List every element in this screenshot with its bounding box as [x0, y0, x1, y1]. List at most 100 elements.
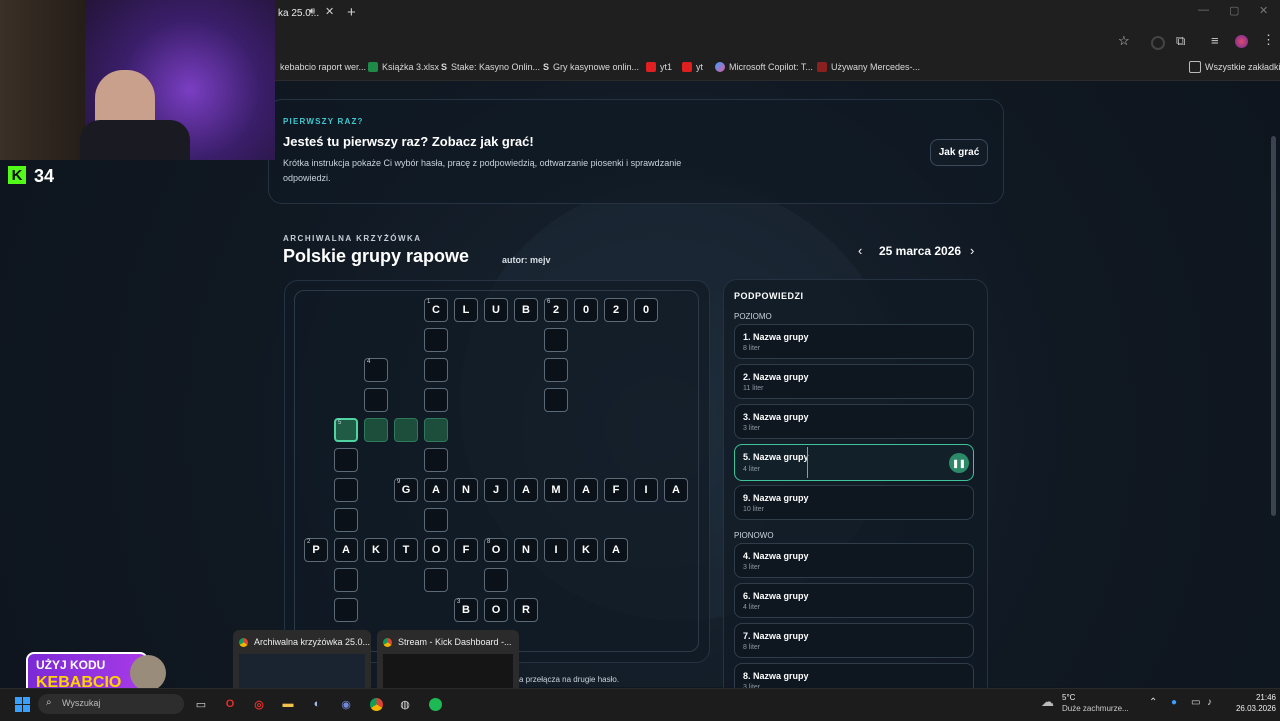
- pause-icon[interactable]: ❚❚: [949, 453, 969, 473]
- crossword-cell[interactable]: [424, 568, 448, 592]
- windows-start-icon[interactable]: [12, 694, 32, 714]
- crossword-cell[interactable]: B: [514, 298, 538, 322]
- clue-horizontal-2[interactable]: 2. Nazwa grupy 11 liter: [734, 364, 974, 399]
- crossword-cell[interactable]: A: [514, 478, 538, 502]
- crossword-cell[interactable]: R: [514, 598, 538, 622]
- star-icon[interactable]: ☆: [1118, 33, 1130, 49]
- crossword-cell[interactable]: I: [544, 538, 568, 562]
- crossword-cell[interactable]: [484, 568, 508, 592]
- clock-date[interactable]: 26.03.2026: [1226, 704, 1276, 713]
- clue-vertical-7[interactable]: 7. Nazwa grupy 8 liter: [734, 623, 974, 658]
- crossword-cell[interactable]: 9G: [394, 478, 418, 502]
- file-explorer-icon[interactable]: ▬: [278, 694, 298, 714]
- crossword-cell[interactable]: [334, 598, 358, 622]
- bookmark-item[interactable]: S Gry kasynowe onlin...: [543, 60, 639, 74]
- new-tab-icon[interactable]: +: [347, 4, 356, 21]
- crossword-cell[interactable]: [424, 448, 448, 472]
- crossword-cell[interactable]: A: [424, 478, 448, 502]
- scrollbar-thumb[interactable]: [1271, 136, 1276, 516]
- opera-icon[interactable]: O: [220, 694, 240, 714]
- crossword-cell[interactable]: [544, 328, 568, 352]
- crossword-cell[interactable]: [364, 388, 388, 412]
- close-tab-icon[interactable]: ✕: [325, 5, 334, 18]
- chrome-taskbar-icon[interactable]: [366, 694, 386, 714]
- crossword-cell[interactable]: A: [574, 478, 598, 502]
- crossword-cell[interactable]: 0: [634, 298, 658, 322]
- crossword-cell[interactable]: [424, 328, 448, 352]
- crossword-cell[interactable]: [334, 478, 358, 502]
- crossword-cell[interactable]: 2P: [304, 538, 328, 562]
- crossword-cell[interactable]: F: [604, 478, 628, 502]
- crossword-cell[interactable]: [334, 448, 358, 472]
- volume-icon[interactable]: ♪: [1207, 697, 1212, 708]
- crossword-cell[interactable]: [424, 508, 448, 532]
- tray-chevron-icon[interactable]: ⌃: [1149, 697, 1157, 708]
- clock-time[interactable]: 21:46: [1236, 693, 1276, 702]
- crossword-cell[interactable]: I: [634, 478, 658, 502]
- crossword-cell[interactable]: O: [484, 598, 508, 622]
- speaker-icon[interactable]: 🔊︎: [309, 6, 315, 17]
- crossword-cell[interactable]: T: [394, 538, 418, 562]
- task-preview-2[interactable]: Stream - Kick Dashboard -...: [377, 630, 519, 688]
- window-close-icon[interactable]: ✕: [1259, 4, 1268, 17]
- crossword-cell[interactable]: M: [544, 478, 568, 502]
- crossword-cell[interactable]: F: [454, 538, 478, 562]
- crossword-cell[interactable]: [334, 508, 358, 532]
- crossword-cell[interactable]: O: [424, 538, 448, 562]
- crossword-cell[interactable]: [424, 418, 448, 442]
- crossword-cell[interactable]: [544, 388, 568, 412]
- crossword-cell[interactable]: N: [454, 478, 478, 502]
- bookmark-item[interactable]: kebabcio raport wer...: [280, 60, 366, 74]
- crossword-cell[interactable]: 4: [364, 358, 388, 382]
- menu-kebab-icon[interactable]: ⋮: [1262, 32, 1275, 48]
- crossword-cell[interactable]: 3B: [454, 598, 478, 622]
- crossword-cell[interactable]: A: [664, 478, 688, 502]
- crossword-cell[interactable]: J: [484, 478, 508, 502]
- crossword-cell[interactable]: 62: [544, 298, 568, 322]
- crossword-cell[interactable]: A: [334, 538, 358, 562]
- crossword-cell[interactable]: [334, 568, 358, 592]
- opera-gx-icon[interactable]: ◎: [249, 694, 269, 714]
- profile-avatar[interactable]: [1235, 35, 1248, 48]
- next-date-icon[interactable]: ›: [970, 243, 974, 258]
- bookmark-item[interactable]: Używany Mercedes-...: [817, 60, 920, 74]
- obs-icon[interactable]: ◍: [395, 694, 415, 714]
- extension-icon[interactable]: [1151, 36, 1165, 50]
- crossword-cell[interactable]: U: [484, 298, 508, 322]
- task-preview-1[interactable]: Archiwalna krzyżówka 25.0...: [233, 630, 371, 688]
- crossword-cell[interactable]: 8O: [484, 538, 508, 562]
- crossword-cell[interactable]: A: [604, 538, 628, 562]
- clue-horizontal-3[interactable]: 3. Nazwa grupy 3 liter: [734, 404, 974, 439]
- task-view-icon[interactable]: ▭: [191, 694, 211, 714]
- clue-vertical-6[interactable]: 6. Nazwa grupy 4 liter: [734, 583, 974, 618]
- bookmark-item[interactable]: yt: [682, 60, 703, 74]
- crossword-cell[interactable]: 2: [604, 298, 628, 322]
- clue-vertical-4[interactable]: 4. Nazwa grupy 3 liter: [734, 543, 974, 578]
- bookmark-item[interactable]: yt1: [646, 60, 672, 74]
- crossword-cell[interactable]: L: [454, 298, 478, 322]
- taskbar-search[interactable]: ⌕ Wyszukaj: [38, 694, 184, 714]
- crossword-cell[interactable]: 5: [334, 418, 358, 442]
- steam-icon[interactable]: ◐: [307, 694, 327, 714]
- crossword-cell[interactable]: 1C: [424, 298, 448, 322]
- all-bookmarks[interactable]: Wszystkie zakładki: [1189, 60, 1280, 74]
- bookmark-item[interactable]: S Stake: Kasyno Onlin...: [441, 60, 540, 74]
- clue-horizontal-9[interactable]: 9. Nazwa grupy 10 liter: [734, 485, 974, 520]
- mic-icon[interactable]: ●: [1171, 697, 1177, 708]
- clue-horizontal-1[interactable]: 1. Nazwa grupy 8 liter: [734, 324, 974, 359]
- media-icon[interactable]: ≡: [1211, 33, 1219, 48]
- minimize-icon[interactable]: —: [1198, 4, 1209, 16]
- bookmark-item[interactable]: Microsoft Copilot: T...: [715, 60, 813, 74]
- crossword-cell[interactable]: [394, 418, 418, 442]
- crossword-cell[interactable]: [424, 358, 448, 382]
- clue-horizontal-5[interactable]: 5. Nazwa grupy 4 liter ❚❚: [734, 444, 974, 481]
- crossword-cell[interactable]: K: [364, 538, 388, 562]
- crossword-cell[interactable]: N: [514, 538, 538, 562]
- prev-date-icon[interactable]: ‹: [858, 243, 862, 258]
- crossword-cell[interactable]: K: [574, 538, 598, 562]
- crossword-cell[interactable]: [544, 358, 568, 382]
- spotify-icon[interactable]: [425, 694, 445, 714]
- crossword-cell[interactable]: 0: [574, 298, 598, 322]
- how-to-play-button[interactable]: Jak grać: [930, 139, 988, 166]
- discord-icon[interactable]: ◉: [336, 694, 356, 714]
